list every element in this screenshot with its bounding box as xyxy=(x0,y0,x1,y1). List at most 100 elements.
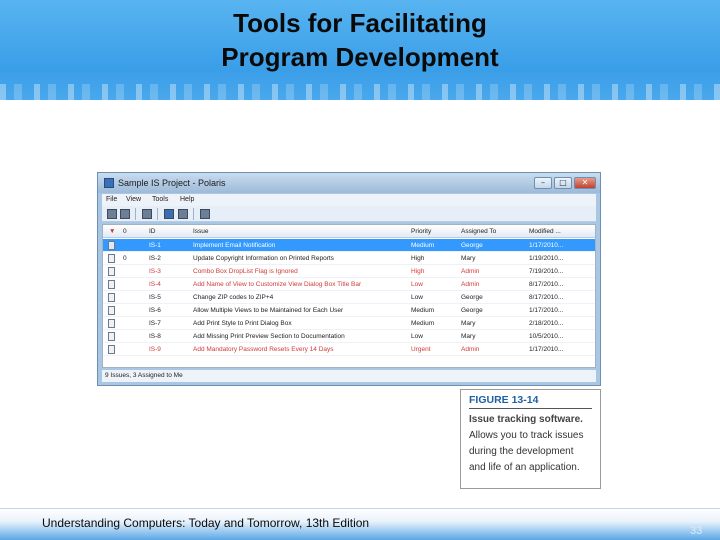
row-issue: Combo Box DropList Flag is Ignored xyxy=(193,268,298,275)
window-titlebar: Sample IS Project - Polaris – □ ✕ xyxy=(98,173,600,193)
row-modified: 1/17/2010... xyxy=(529,307,564,314)
menu-view[interactable]: View xyxy=(126,195,141,205)
grid-view-icon[interactable] xyxy=(200,209,210,219)
row-priority: High xyxy=(411,268,425,275)
app-icon xyxy=(104,178,114,188)
column-issue[interactable]: Issue xyxy=(193,227,407,236)
row-priority: Urgent xyxy=(411,346,431,353)
footer-text: Understanding Computers: Today and Tomor… xyxy=(42,516,370,530)
caption-bold: Issue tracking software. xyxy=(469,414,583,425)
toolbar-separator xyxy=(193,208,194,220)
row-assigned-to: George xyxy=(461,294,483,301)
column-sort[interactable]: ▼ xyxy=(109,227,115,236)
status-bar: 9 Issues, 3 Assigned to Me xyxy=(102,370,596,382)
table-row[interactable]: IS-5 Change ZIP codes to ZIP+4 Low George 8/… xyxy=(103,291,595,304)
row-issue: Add Missing Print Preview Section to Doc… xyxy=(193,333,345,340)
row-assigned-to: Admin xyxy=(461,346,480,353)
toolbar-separator xyxy=(135,208,136,220)
menu-bar: File View Tools Help xyxy=(102,194,596,206)
minimize-button[interactable]: – xyxy=(534,177,552,189)
issue-icon xyxy=(108,293,115,302)
row-priority: Medium xyxy=(411,242,435,249)
issue-icon xyxy=(108,319,115,328)
toolbar-separator xyxy=(157,208,158,220)
menu-help[interactable]: Help xyxy=(180,195,194,205)
chart-icon[interactable] xyxy=(164,209,174,219)
new-icon[interactable] xyxy=(107,209,117,219)
column-attachments[interactable]: 0 xyxy=(123,227,127,236)
row-assigned-to: George xyxy=(461,307,483,314)
status-text: 9 Issues, 3 Assigned to Me xyxy=(105,372,183,379)
row-assigned-to: Mary xyxy=(461,333,476,340)
row-modified: 2/18/2010... xyxy=(529,320,564,327)
row-assigned-to: Mary xyxy=(461,320,476,327)
toolbar xyxy=(102,206,596,222)
issue-icon xyxy=(108,280,115,289)
print-icon[interactable] xyxy=(142,209,152,219)
menu-tools[interactable]: Tools xyxy=(152,195,168,205)
table-row[interactable]: IS-6 Allow Multiple Views to be Maintaine… xyxy=(103,304,595,317)
row-id: IS-1 xyxy=(149,242,161,249)
maximize-button[interactable]: □ xyxy=(554,177,572,189)
header-decoration xyxy=(0,84,720,102)
row-issue: Allow Multiple Views to be Maintained fo… xyxy=(193,307,344,314)
row-issue: Add Name of View to Customize View Dialo… xyxy=(193,281,362,288)
row-modified: 1/17/2010... xyxy=(529,346,564,353)
column-assigned-to[interactable]: Assigned To xyxy=(461,227,525,236)
row-priority: High xyxy=(411,255,425,262)
open-icon[interactable] xyxy=(120,209,130,219)
row-issue: Add Print Style to Print Dialog Box xyxy=(193,320,292,327)
figure-caption: FIGURE 13-14 Issue tracking software. Al… xyxy=(460,389,601,489)
row-attachment-count: 0 xyxy=(123,255,127,262)
caption-body: Allows you to track issues during the de… xyxy=(469,430,584,473)
row-modified: 8/17/2010... xyxy=(529,294,564,301)
row-id: IS-6 xyxy=(149,307,161,314)
issue-icon xyxy=(108,332,115,341)
row-modified: 1/17/2010... xyxy=(529,242,564,249)
title-line-2: Program Development xyxy=(221,42,499,72)
table-row[interactable]: IS-1 Implement Email Notification Medium Ge… xyxy=(103,239,595,252)
row-priority: Low xyxy=(411,294,423,301)
row-priority: Low xyxy=(411,281,423,288)
caption-text: Issue tracking software. Allows you to t… xyxy=(469,412,592,476)
column-id[interactable]: ID xyxy=(149,227,189,236)
row-assigned-to: Admin xyxy=(461,281,480,288)
filter-icon[interactable] xyxy=(178,209,188,219)
row-priority: Medium xyxy=(411,320,435,327)
row-assigned-to: George xyxy=(461,242,483,249)
close-button[interactable]: ✕ xyxy=(574,177,596,189)
row-modified: 1/19/2010... xyxy=(529,255,564,262)
slide-title: Tools for Facilitating Program Developme… xyxy=(0,6,720,74)
page-number: 33 xyxy=(690,525,703,537)
issues-grid: ▼ 0 ID Issue Priority Assigned To Modifi… xyxy=(102,224,596,368)
row-issue: Change ZIP codes to ZIP+4 xyxy=(193,294,274,301)
row-id: IS-4 xyxy=(149,281,161,288)
table-row[interactable]: 0 IS-2 Update Copyright Information on Pri… xyxy=(103,252,595,265)
issue-icon xyxy=(108,267,115,276)
title-line-1: Tools for Facilitating xyxy=(233,8,487,38)
row-id: IS-7 xyxy=(149,320,161,327)
table-row[interactable]: IS-3 Combo Box DropList Flag is Ignored Hi… xyxy=(103,265,595,278)
table-row[interactable]: IS-9 Add Mandatory Password Resets Every … xyxy=(103,343,595,356)
row-id: IS-3 xyxy=(149,268,161,275)
window-title: Sample IS Project - Polaris xyxy=(118,178,226,188)
row-modified: 10/5/2010... xyxy=(529,333,564,340)
row-assigned-to: Mary xyxy=(461,255,476,262)
table-row[interactable]: IS-4 Add Name of View to Customize View D… xyxy=(103,278,595,291)
table-row[interactable]: IS-7 Add Print Style to Print Dialog Box M… xyxy=(103,317,595,330)
row-modified: 8/17/2010... xyxy=(529,281,564,288)
app-window-screenshot: Sample IS Project - Polaris – □ ✕ File V… xyxy=(97,172,601,386)
column-modified[interactable]: Modified ... xyxy=(529,227,579,236)
row-issue: Add Mandatory Password Resets Every 14 D… xyxy=(193,346,334,353)
figure-label: FIGURE 13-14 xyxy=(469,394,592,409)
row-issue: Implement Email Notification xyxy=(193,242,276,249)
row-priority: Low xyxy=(411,333,423,340)
row-id: IS-5 xyxy=(149,294,161,301)
row-issue: Update Copyright Information on Printed … xyxy=(193,255,334,262)
column-priority[interactable]: Priority xyxy=(411,227,455,236)
row-id: IS-2 xyxy=(149,255,161,262)
menu-file[interactable]: File xyxy=(106,195,117,205)
table-row[interactable]: IS-8 Add Missing Print Preview Section to… xyxy=(103,330,595,343)
issue-icon xyxy=(108,345,115,354)
issue-icon xyxy=(108,241,115,250)
